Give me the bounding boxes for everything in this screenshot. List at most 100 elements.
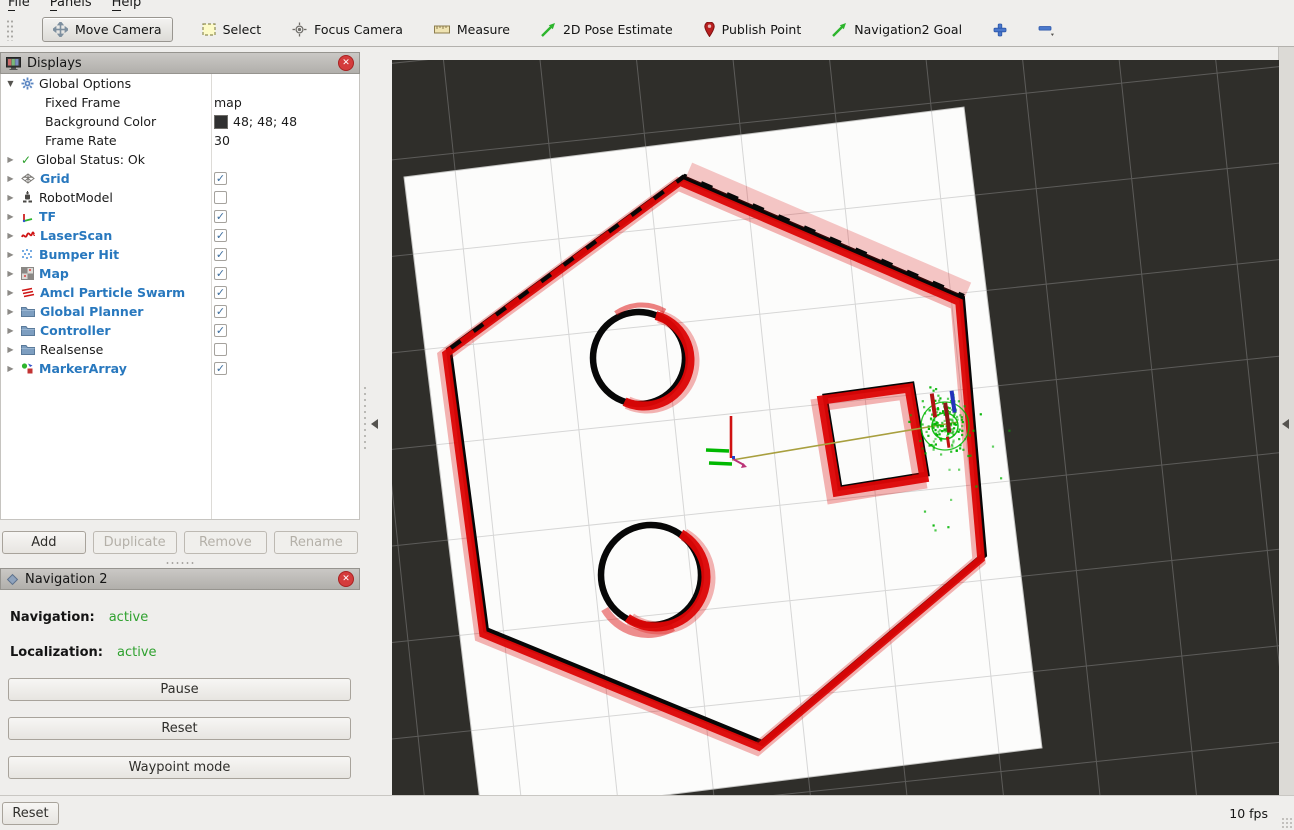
menu-panels[interactable]: Panels bbox=[50, 0, 92, 9]
remove-button[interactable]: Remove bbox=[184, 531, 268, 554]
rename-button[interactable]: Rename bbox=[274, 531, 358, 554]
particles-icon bbox=[21, 287, 35, 298]
tree-row-background-color[interactable]: Background Color 48; 48; 48 bbox=[1, 112, 359, 131]
toolbar-drag-handle[interactable] bbox=[6, 19, 13, 41]
displays-panel-header[interactable]: Displays ✕ bbox=[0, 52, 360, 74]
tree-row-global-planner[interactable]: ▶ Global Planner bbox=[1, 302, 359, 321]
focus-camera-tool-button[interactable]: Focus Camera bbox=[290, 18, 405, 41]
tree-row-global-options[interactable]: ▼ Global Options bbox=[1, 74, 359, 93]
bumper-hit-enabled-checkbox[interactable] bbox=[214, 248, 227, 261]
expand-triangle-icon[interactable]: ▶ bbox=[5, 193, 16, 202]
tree-row-map[interactable]: ▶ Map bbox=[1, 264, 359, 283]
grid-enabled-checkbox[interactable] bbox=[214, 172, 227, 185]
expand-triangle-icon[interactable]: ▶ bbox=[5, 231, 16, 240]
expand-triangle-icon[interactable]: ▶ bbox=[5, 345, 16, 354]
nav2-reset-button[interactable]: Reset bbox=[8, 717, 351, 740]
publish-point-tool-button[interactable]: Publish Point bbox=[702, 18, 804, 41]
expand-triangle-icon[interactable]: ▶ bbox=[5, 212, 16, 221]
3d-viewport[interactable] bbox=[392, 60, 1279, 795]
plus-icon bbox=[993, 23, 1007, 37]
tree-row-grid[interactable]: ▶Grid bbox=[1, 169, 359, 188]
tree-row-robotmodel[interactable]: ▶ RobotModel bbox=[1, 188, 359, 207]
controller-enabled-checkbox[interactable] bbox=[214, 324, 227, 337]
menu-help[interactable]: Help bbox=[112, 0, 142, 9]
collapse-left-arrow-icon[interactable] bbox=[371, 419, 378, 429]
add-button[interactable]: Add bbox=[2, 531, 86, 554]
realsense-enabled-checkbox[interactable] bbox=[214, 343, 227, 356]
window-resize-grip[interactable] bbox=[1281, 817, 1293, 829]
expand-triangle-icon[interactable]: ▶ bbox=[5, 307, 16, 316]
menu-file[interactable]: File bbox=[8, 0, 30, 9]
waypoint-mode-button[interactable]: Waypoint mode bbox=[8, 756, 351, 779]
robotmodel-enabled-checkbox[interactable] bbox=[214, 191, 227, 204]
select-tool-button[interactable]: Select bbox=[200, 18, 264, 41]
navigation-status-row: Navigation: active bbox=[10, 610, 148, 625]
tree-column-separator[interactable] bbox=[211, 74, 212, 519]
global-planner-enabled-checkbox[interactable] bbox=[214, 305, 227, 318]
markerarray-icon bbox=[21, 362, 34, 375]
pose-estimate-icon bbox=[541, 23, 556, 37]
navigation2-panel-header[interactable]: Navigation 2 ✕ bbox=[0, 568, 360, 590]
tree-row-global-status[interactable]: ▶ ✓ Global Status: Ok bbox=[1, 150, 359, 169]
expand-triangle-icon[interactable]: ▶ bbox=[5, 250, 16, 259]
tf-enabled-checkbox[interactable] bbox=[214, 210, 227, 223]
grid-icon bbox=[21, 173, 35, 184]
amcl-particle-swarm-enabled-checkbox[interactable] bbox=[214, 286, 227, 299]
status-bar: Reset 10 fps bbox=[0, 795, 1294, 830]
time-reset-button[interactable]: Reset bbox=[2, 802, 59, 825]
tree-row-amcl-particle-swarm[interactable]: ▶Amcl Particle Swarm bbox=[1, 283, 359, 302]
close-icon[interactable]: ✕ bbox=[338, 571, 354, 587]
displays-panel: Displays ✕ ▼ Global Options Fixed Frame … bbox=[0, 52, 360, 520]
robot-icon bbox=[21, 191, 34, 204]
remove-tool-tool-button[interactable] bbox=[1036, 18, 1057, 42]
expand-triangle-icon[interactable]: ▶ bbox=[5, 288, 16, 297]
panel-view-splitter[interactable] bbox=[360, 47, 392, 795]
expand-triangle-icon[interactable]: ▶ bbox=[5, 174, 16, 183]
laserscan-enabled-checkbox[interactable] bbox=[214, 229, 227, 242]
select-icon bbox=[202, 23, 216, 36]
displays-buttons-row: Add Duplicate Remove Rename bbox=[2, 531, 358, 554]
pause-button[interactable]: Pause bbox=[8, 678, 351, 701]
move-camera-icon bbox=[53, 22, 68, 37]
expand-triangle-icon[interactable]: ▶ bbox=[5, 364, 16, 373]
expand-triangle-icon[interactable]: ▶ bbox=[5, 269, 16, 278]
display-name-label: Global Planner bbox=[40, 304, 143, 319]
pose-estimate-tool-button[interactable]: 2D Pose Estimate bbox=[539, 18, 675, 41]
background-color-value[interactable]: 48; 48; 48 bbox=[211, 114, 359, 129]
add-tool-tool-button[interactable] bbox=[991, 19, 1009, 41]
expand-triangle-icon[interactable]: ▶ bbox=[5, 155, 16, 164]
tool-label: 2D Pose Estimate bbox=[563, 22, 673, 37]
rviz-window: File Panels Help Move Camera Select Focus … bbox=[0, 0, 1294, 830]
measure-tool-button[interactable]: Measure bbox=[432, 18, 512, 41]
tf-icon bbox=[21, 210, 34, 223]
right-panel-splitter[interactable] bbox=[1278, 47, 1294, 795]
expand-triangle-icon[interactable]: ▼ bbox=[5, 79, 16, 88]
tree-row-laserscan[interactable]: ▶LaserScan bbox=[1, 226, 359, 245]
tree-row-realsense[interactable]: ▶Realsense bbox=[1, 340, 359, 359]
fixed-frame-value[interactable]: map bbox=[211, 95, 359, 110]
tool-label: Publish Point bbox=[722, 22, 802, 37]
duplicate-button[interactable]: Duplicate bbox=[93, 531, 177, 554]
panel-splitter-handle[interactable] bbox=[165, 561, 195, 566]
expand-triangle-icon[interactable]: ▶ bbox=[5, 326, 16, 335]
close-icon[interactable]: ✕ bbox=[338, 55, 354, 71]
move-camera-tool-button[interactable]: Move Camera bbox=[42, 17, 173, 42]
map-enabled-checkbox[interactable] bbox=[214, 267, 227, 280]
tree-row-fixed-frame[interactable]: Fixed Frame map bbox=[1, 93, 359, 112]
color-swatch bbox=[214, 115, 228, 129]
nav2-goal-tool-button[interactable]: Navigation2 Goal bbox=[830, 18, 964, 41]
display-name-label: RobotModel bbox=[39, 190, 113, 205]
display-name-label: Map bbox=[39, 266, 69, 281]
tree-row-frame-rate[interactable]: Frame Rate 30 bbox=[1, 131, 359, 150]
tree-row-markerarray[interactable]: ▶MarkerArray bbox=[1, 359, 359, 378]
tree-row-bumper-hit[interactable]: ▶Bumper Hit bbox=[1, 245, 359, 264]
tree-row-controller[interactable]: ▶Controller bbox=[1, 321, 359, 340]
laserscan-icon bbox=[21, 230, 35, 241]
tree-row-tf[interactable]: ▶TF bbox=[1, 207, 359, 226]
bumper-icon bbox=[21, 248, 34, 261]
markerarray-enabled-checkbox[interactable] bbox=[214, 362, 227, 375]
collapse-left-arrow-icon[interactable] bbox=[1282, 419, 1289, 429]
tool-label: Move Camera bbox=[75, 22, 162, 37]
splitter-grip[interactable] bbox=[363, 385, 368, 450]
frame-rate-value[interactable]: 30 bbox=[211, 133, 359, 148]
